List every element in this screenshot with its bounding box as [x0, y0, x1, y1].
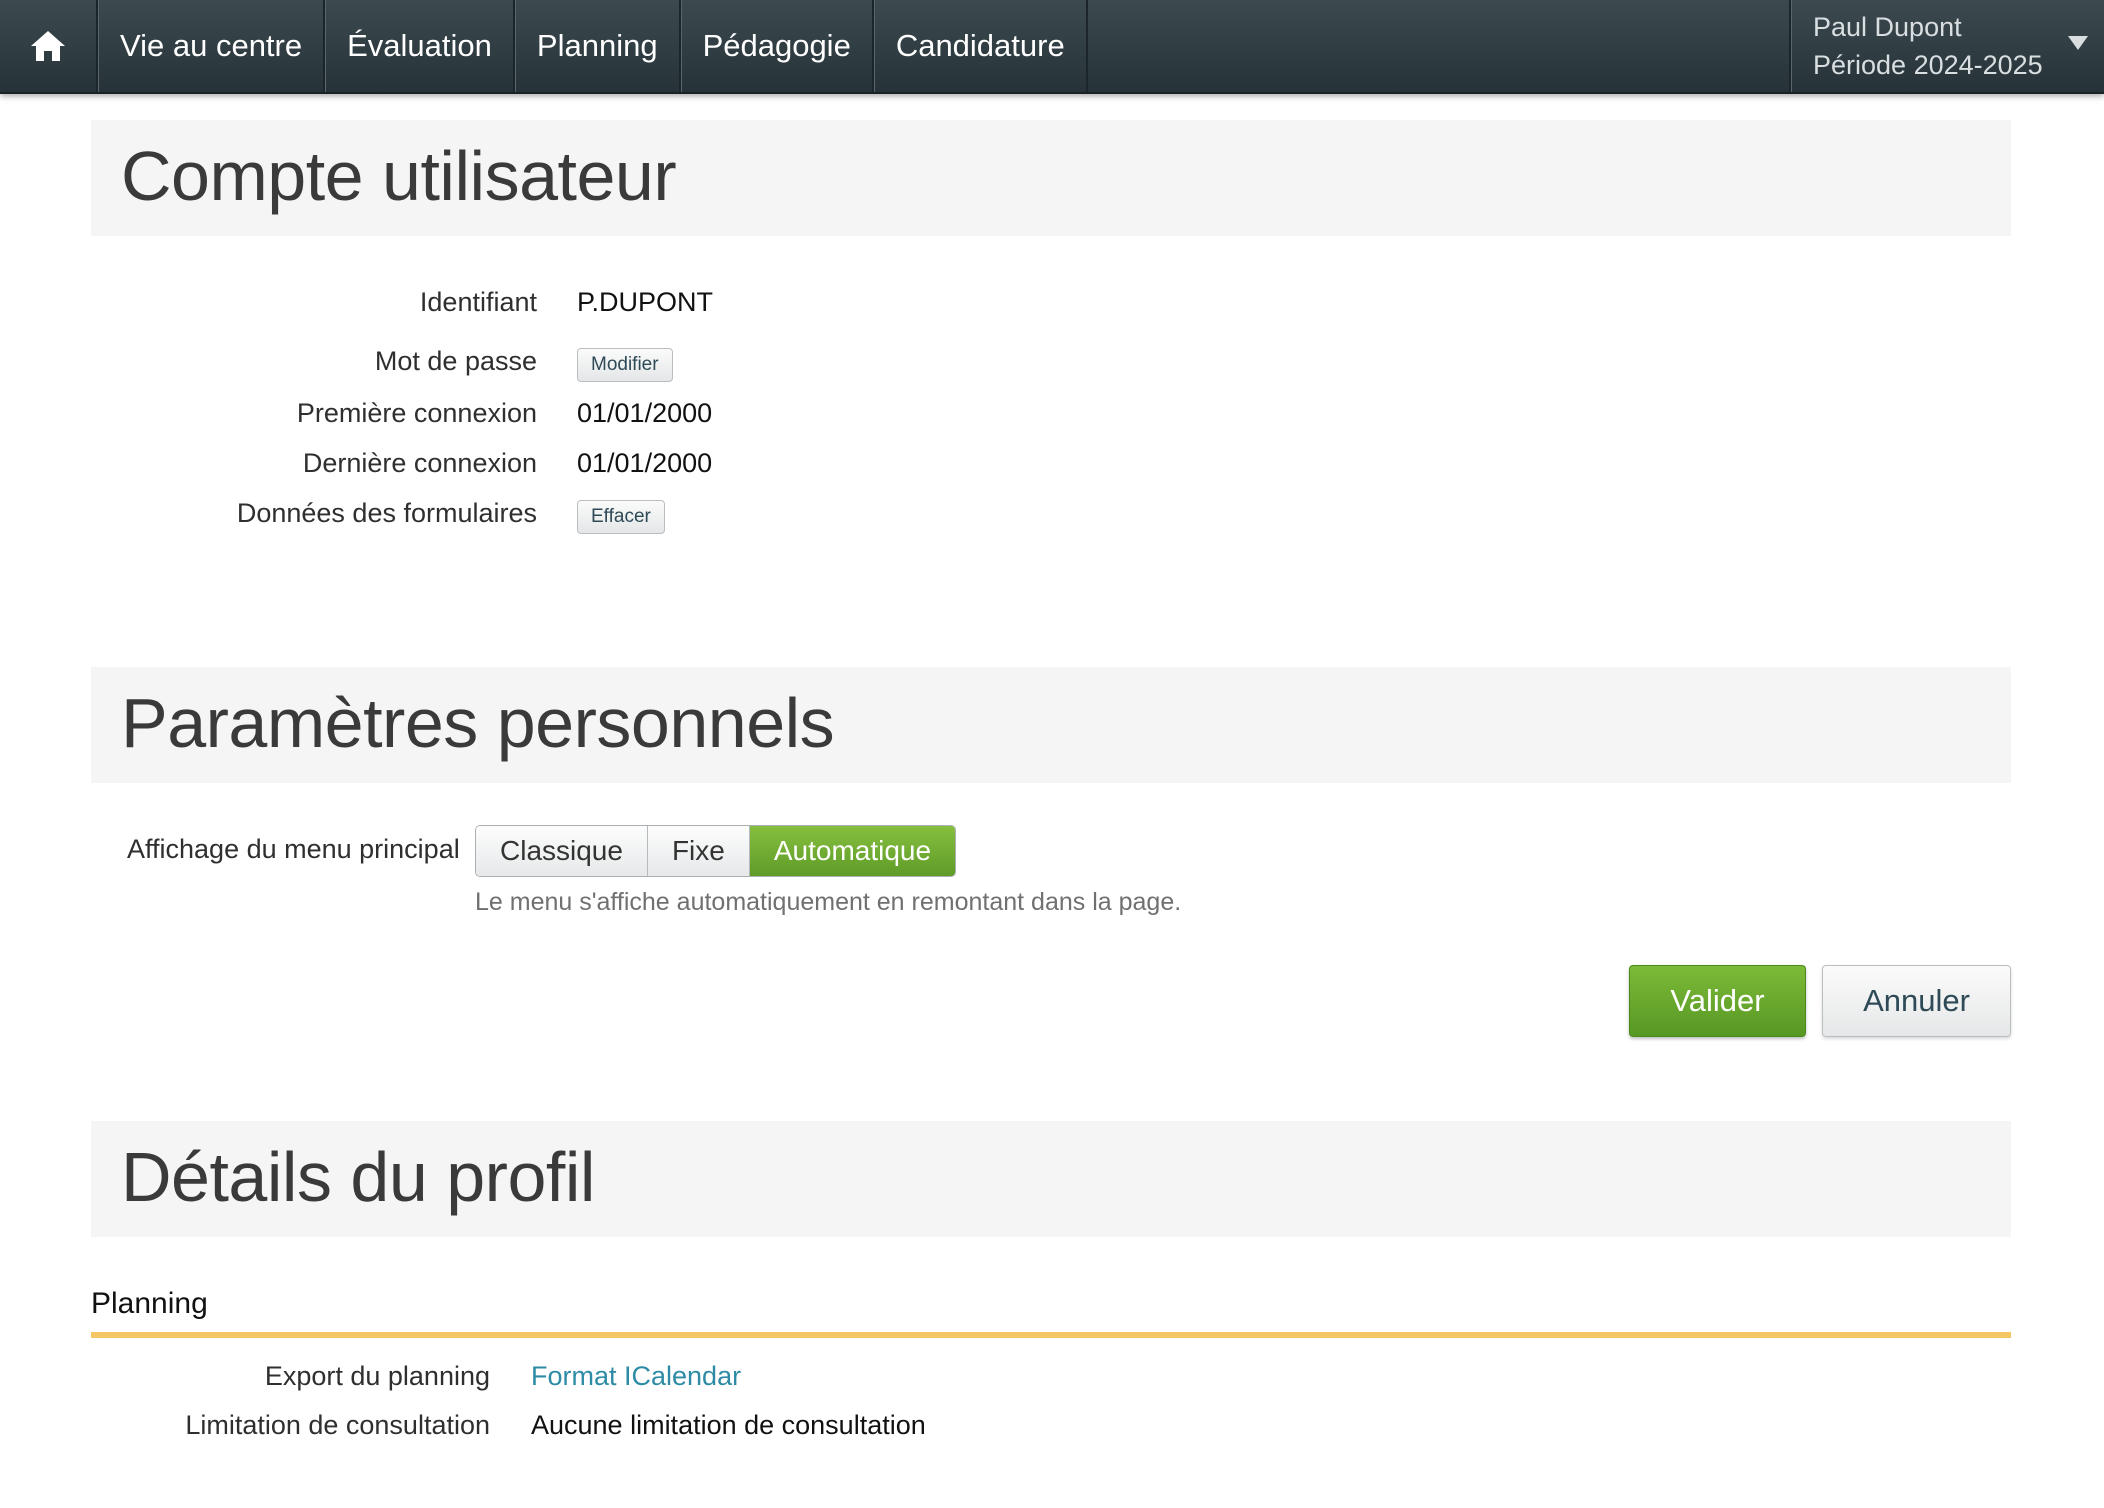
- limitation-label: Limitation de consultation: [185, 1410, 490, 1440]
- planning-subsection-title: Planning: [91, 1287, 208, 1320]
- modifier-password-button[interactable]: Modifier: [577, 348, 673, 382]
- option-classique[interactable]: Classique: [476, 826, 648, 876]
- nav-candidature[interactable]: Candidature: [873, 0, 1088, 92]
- premiere-connexion-label: Première connexion: [296, 398, 537, 428]
- annuler-button[interactable]: Annuler: [1822, 965, 2011, 1037]
- derniere-connexion-value: 01/01/2000: [577, 448, 713, 478]
- section-header-parametres: Paramètres personnels: [91, 667, 2011, 783]
- export-planning-label: Export du planning: [264, 1361, 490, 1391]
- nav-pedagogie[interactable]: Pédagogie: [680, 0, 874, 92]
- valider-button[interactable]: Valider: [1629, 965, 1806, 1037]
- derniere-connexion-label: Dernière connexion: [302, 448, 537, 478]
- identifiant-value: P.DUPONT: [577, 287, 714, 317]
- section-header-compte: Compte utilisateur: [91, 120, 2011, 236]
- user-menu[interactable]: Paul Dupont Période 2024-2025: [1789, 0, 2104, 92]
- user-period: Période 2024-2025: [1813, 50, 2043, 80]
- nav-vie-au-centre[interactable]: Vie au centre: [98, 0, 326, 92]
- effacer-button[interactable]: Effacer: [577, 500, 665, 534]
- section-title-parametres: Paramètres personnels: [121, 684, 835, 762]
- icalendar-link[interactable]: Format ICalendar: [531, 1361, 741, 1392]
- nav-planning[interactable]: Planning: [514, 0, 681, 92]
- donnees-formulaires-label: Données des formulaires: [236, 498, 537, 528]
- caret-down-icon: [2068, 36, 2088, 50]
- section-header-profil: Détails du profil: [91, 1121, 2011, 1237]
- option-automatique[interactable]: Automatique: [749, 826, 956, 876]
- menu-display-label: Affichage du menu principal: [127, 834, 460, 864]
- menu-display-hint: Le menu s'affiche automatiquement en rem…: [475, 888, 1182, 916]
- mot-de-passe-label: Mot de passe: [374, 346, 537, 376]
- nav-evaluation[interactable]: Évaluation: [325, 0, 515, 92]
- menu-display-segmented-control: Classique Fixe Automatique: [475, 825, 957, 877]
- premiere-connexion-value: 01/01/2000: [577, 398, 713, 428]
- section-title-profil: Détails du profil: [121, 1138, 595, 1216]
- section-title-compte: Compte utilisateur: [121, 137, 677, 215]
- limitation-value: Aucune limitation de consultation: [531, 1410, 926, 1440]
- user-name: Paul Dupont: [1813, 12, 1962, 42]
- top-navigation-bar: Vie au centre Évaluation Planning Pédago…: [0, 0, 2104, 94]
- home-button[interactable]: [0, 0, 98, 92]
- planning-divider: [91, 1332, 2011, 1338]
- home-icon: [31, 31, 65, 61]
- identifiant-label: Identifiant: [419, 287, 537, 317]
- option-fixe[interactable]: Fixe: [647, 826, 750, 876]
